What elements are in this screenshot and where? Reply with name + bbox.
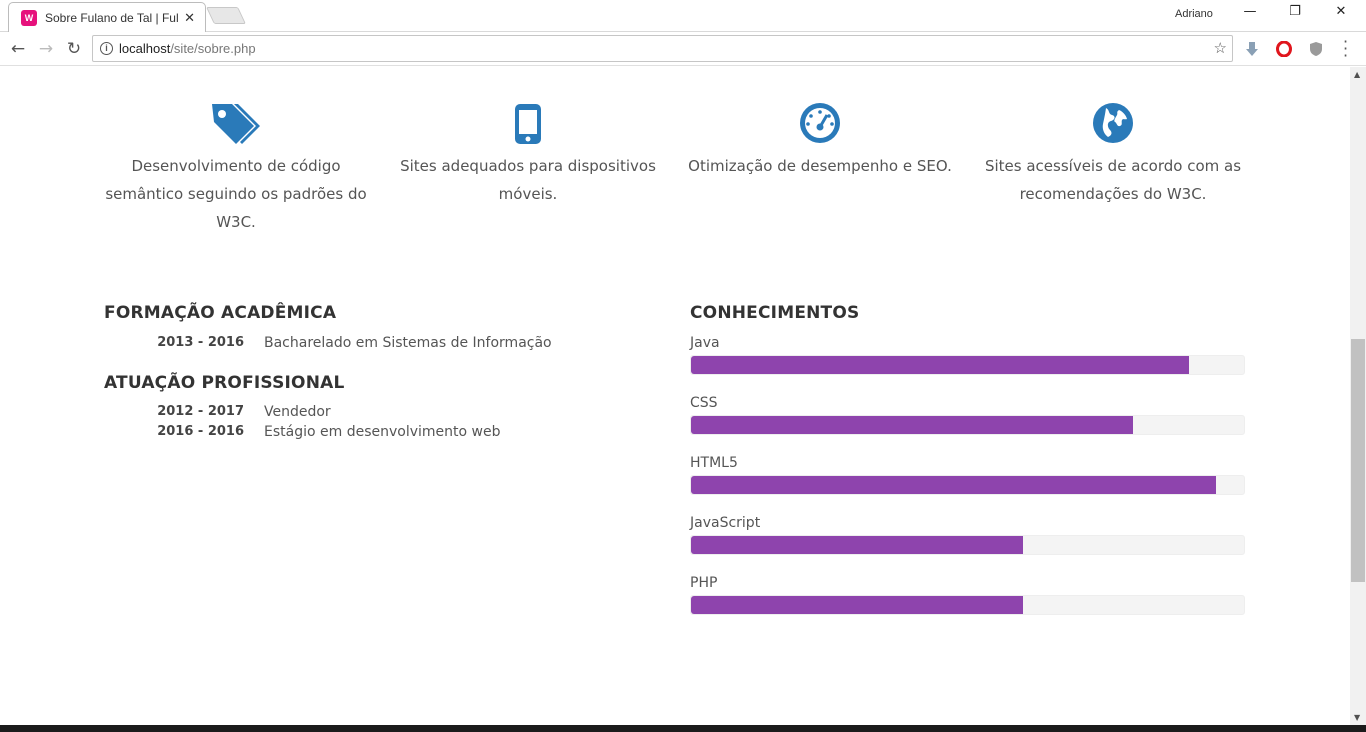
- profile-name[interactable]: Adriano: [1175, 8, 1213, 20]
- skills-title: CONHECIMENTOS: [690, 303, 860, 323]
- experience-item: 2016 - 2016 Estágio em desenvolvimento w…: [104, 424, 500, 440]
- education-title: FORMAÇÃO ACADÊMICA: [104, 303, 337, 323]
- feature-mobile-sites: Sites adequados para dispositivos móveis…: [393, 102, 663, 208]
- feature-accessible-sites: Sites acessíveis de acordo com as recome…: [978, 102, 1248, 208]
- skill-label: JavaScript: [690, 515, 761, 531]
- minimize-button[interactable]: —: [1227, 4, 1273, 24]
- back-arrow-icon[interactable]: ←: [7, 38, 29, 60]
- opera-extension-icon[interactable]: [1275, 40, 1293, 58]
- skill-progress-fill: [691, 416, 1134, 434]
- skill-progress-fill: [691, 476, 1217, 494]
- skill-progress-bar: [690, 475, 1245, 495]
- bookmark-star-icon[interactable]: ☆: [1214, 39, 1227, 57]
- url-host: localhost: [119, 41, 171, 56]
- tags-icon: [212, 104, 260, 144]
- education-desc: Bacharelado em Sistemas de Informação: [264, 335, 552, 351]
- skill-progress-bar: [690, 535, 1245, 555]
- globe-icon: [1093, 103, 1133, 143]
- skill-progress-bar: [690, 415, 1245, 435]
- page-scrollbar[interactable]: ▲ ▼: [1350, 67, 1366, 725]
- skill-label: CSS: [690, 395, 718, 411]
- shield-extension-icon[interactable]: [1307, 40, 1325, 58]
- experience-desc: Vendedor: [264, 404, 331, 420]
- skill-label: PHP: [690, 575, 718, 591]
- address-bar[interactable]: i localhost/site/sobre.php ☆: [92, 35, 1233, 62]
- browser-tab-bar: W Sobre Fulano de Tal | Fula ✕ Adriano —…: [0, 0, 1366, 32]
- taskbar-edge: [0, 725, 1366, 732]
- dashboard-icon: [800, 103, 840, 143]
- scroll-down-icon[interactable]: ▼: [1354, 713, 1360, 722]
- reload-icon[interactable]: ↻: [63, 38, 85, 60]
- experience-desc: Estágio em desenvolvimento web: [264, 424, 501, 440]
- feature-performance-seo: Otimização de desempenho e SEO.: [685, 102, 955, 180]
- tab-close-icon[interactable]: ✕: [184, 10, 195, 26]
- forward-arrow-icon[interactable]: →: [35, 38, 57, 60]
- mobile-icon: [515, 104, 541, 144]
- feature-text: Sites acessíveis de acordo com as recome…: [984, 157, 1242, 203]
- skill-label: Java: [690, 335, 720, 351]
- skill-progress-fill: [691, 356, 1189, 374]
- skill-progress-fill: [691, 536, 1023, 554]
- education-years: 2013 - 2016: [157, 335, 244, 350]
- close-window-button[interactable]: ✕: [1318, 4, 1364, 24]
- experience-item: 2012 - 2017 Vendedor: [104, 404, 331, 420]
- feature-text: Desenvolvimento de código semântico segu…: [105, 157, 367, 231]
- scrollbar-thumb[interactable]: [1351, 339, 1365, 582]
- skill-label: HTML5: [690, 455, 738, 471]
- feature-text: Otimização de desempenho e SEO.: [688, 157, 952, 175]
- new-tab-button[interactable]: [206, 7, 246, 24]
- skill-progress-bar: [690, 355, 1245, 375]
- feature-semantic-code: Desenvolvimento de código semântico segu…: [101, 102, 371, 236]
- info-icon[interactable]: i: [100, 42, 113, 55]
- experience-years: 2016 - 2016: [157, 424, 244, 439]
- feature-text: Sites adequados para dispositivos móveis…: [400, 157, 656, 203]
- browser-menu-icon[interactable]: · · ·: [1343, 34, 1348, 64]
- browser-toolbar: ← → ↻ i localhost/site/sobre.php ☆ · · ·: [0, 32, 1366, 66]
- page-content: Desenvolvimento de código semântico segu…: [0, 67, 1350, 725]
- education-item: 2013 - 2016 Bacharelado em Sistemas de I…: [104, 335, 552, 351]
- download-extension-icon[interactable]: [1243, 40, 1261, 58]
- experience-title: ATUAÇÃO PROFISSIONAL: [104, 373, 345, 393]
- experience-years: 2012 - 2017: [157, 404, 244, 419]
- skill-progress-fill: [691, 596, 1023, 614]
- url-path: /site/sobre.php: [170, 41, 256, 56]
- site-favicon-icon: W: [21, 9, 37, 26]
- restore-button[interactable]: ❐: [1272, 4, 1318, 24]
- skill-progress-bar: [690, 595, 1245, 615]
- scroll-up-icon[interactable]: ▲: [1354, 70, 1360, 79]
- tab-title: Sobre Fulano de Tal | Fula: [45, 10, 179, 25]
- browser-tab-active[interactable]: W Sobre Fulano de Tal | Fula ✕: [8, 2, 206, 32]
